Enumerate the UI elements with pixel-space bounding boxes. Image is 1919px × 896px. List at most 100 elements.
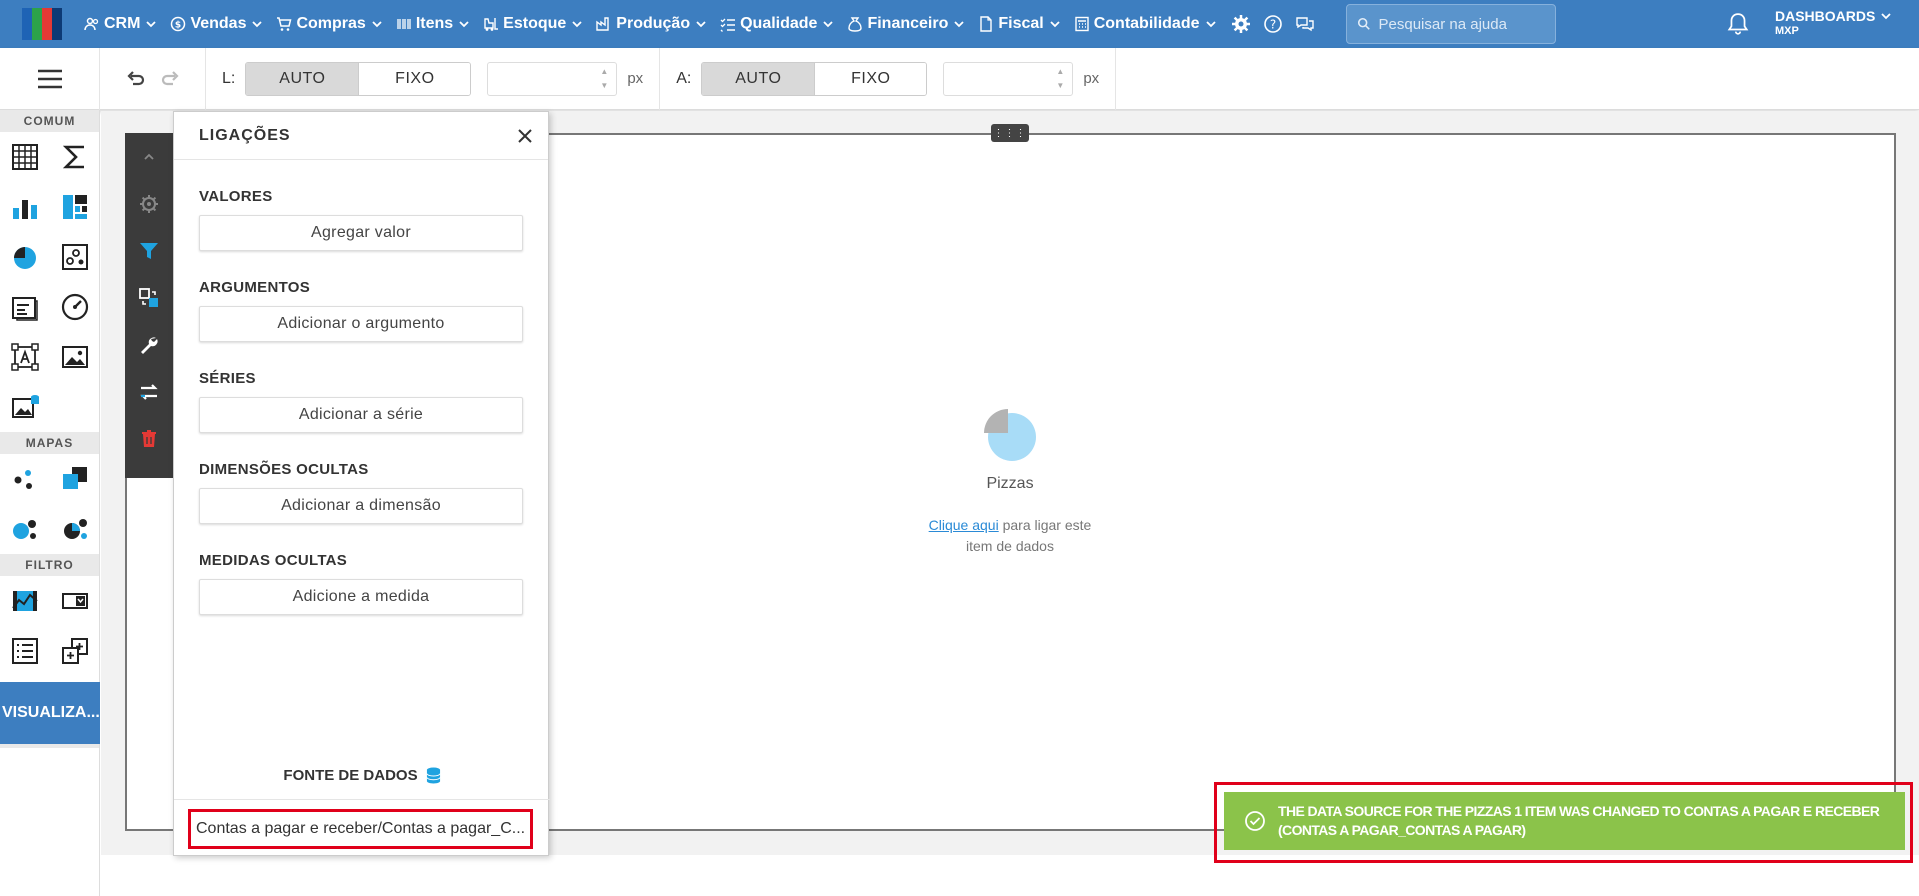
width-auto-button[interactable]: AUTO [246, 62, 359, 95]
image-item-button[interactable] [50, 332, 100, 382]
grid-item-button[interactable] [0, 132, 50, 182]
bindings-button[interactable] [125, 227, 173, 274]
delete-item-button[interactable] [125, 415, 173, 462]
tree-view-item-button[interactable] [50, 626, 100, 676]
spin-up-icon[interactable]: ▲ [1056, 67, 1064, 76]
height-fixed-button[interactable]: FIXO [814, 62, 927, 95]
add-argument-button[interactable]: Adicionar o argumento [199, 306, 523, 342]
sum-item-button[interactable] [50, 132, 100, 182]
undo-icon[interactable] [125, 69, 145, 89]
convert-item-button[interactable] [125, 274, 173, 321]
section-series: SÉRIES Adicionar a série [174, 370, 548, 433]
item-drag-handle[interactable]: ⋮⋮⋮ [991, 124, 1029, 142]
menu-itens[interactable]: Itens [396, 15, 469, 33]
menu-compras[interactable]: Compras [276, 15, 382, 33]
menu-producao[interactable]: Produção [596, 15, 706, 33]
success-toast[interactable]: THE DATA SOURCE FOR THE PIZZAS 1 ITEM WA… [1224, 792, 1905, 850]
app-root: CRM $ Vendas Compras Itens Estoque Produ… [0, 0, 1919, 896]
top-navigation-bar: CRM $ Vendas Compras Itens Estoque Produ… [0, 0, 1919, 48]
help-button[interactable]: ? [1262, 13, 1284, 35]
text-item-button[interactable] [0, 332, 50, 382]
panel-header: LIGAÇÕES [174, 112, 548, 160]
menu-label: Contabilidade [1093, 15, 1200, 32]
chart-item-button[interactable] [0, 182, 50, 232]
treemap-item-button[interactable] [50, 182, 100, 232]
bell-icon[interactable] [1727, 12, 1749, 36]
redo-icon[interactable] [161, 69, 181, 89]
collapse-tools-button[interactable] [125, 133, 173, 180]
spin-up-icon[interactable]: ▲ [600, 67, 608, 76]
height-auto-button[interactable]: AUTO [702, 62, 815, 95]
pie-map-item-button[interactable] [50, 504, 100, 554]
chevron-down-icon [252, 21, 263, 28]
interactivity-button[interactable] [125, 368, 173, 415]
database-icon [426, 767, 441, 784]
pie-chart-placeholder-icon [984, 409, 1036, 461]
bind-link[interactable]: Clique aqui [929, 517, 999, 533]
height-mode-toggle: AUTO FIXO [701, 61, 928, 96]
height-spinner[interactable]: ▲ ▼ [943, 61, 1074, 96]
datasource-header: FONTE DE DADOS [174, 767, 550, 784]
app-logo[interactable] [22, 8, 62, 40]
bound-image-icon [12, 395, 39, 418]
menu-financeiro[interactable]: Financeiro [847, 15, 964, 33]
combo-box-item-button[interactable] [50, 576, 100, 626]
spin-down-icon[interactable]: ▼ [600, 81, 608, 90]
chevron-down-icon [146, 21, 157, 28]
menu-label: Itens [415, 15, 454, 32]
bubble-map-item-button[interactable] [0, 504, 50, 554]
width-group: L: AUTO FIXO ▲ ▼ px [206, 47, 661, 110]
menu-crm[interactable]: CRM [84, 15, 157, 33]
add-dimension-button[interactable]: Adicionar a dimensão [199, 488, 523, 524]
menu-label: Produção [616, 15, 691, 32]
list-box-item-button[interactable] [0, 626, 50, 676]
scatter-chart-icon [62, 244, 88, 270]
chevron-down-icon [572, 21, 582, 28]
swap-arrows-icon [140, 383, 158, 400]
range-filter-item-button[interactable] [0, 576, 50, 626]
add-value-button[interactable]: Agregar valor [199, 215, 523, 251]
dashboards-menu[interactable]: DASHBOARDS MXP [1775, 8, 1891, 37]
add-measure-button[interactable]: Adicione a medida [199, 579, 523, 615]
bound-image-item-button[interactable] [0, 382, 50, 432]
add-series-button[interactable]: Adicionar a série [199, 397, 523, 433]
gauge-icon [61, 293, 89, 321]
svg-text:?: ? [1269, 18, 1275, 32]
menu-estoque[interactable]: Estoque [483, 15, 582, 33]
gauge-item-button[interactable] [50, 282, 100, 332]
width-spinner[interactable]: ▲ ▼ [487, 61, 618, 96]
image-icon [62, 346, 88, 368]
item-palette: COMUM MAPAS FILTRO [0, 110, 100, 896]
datasource-selector[interactable]: Contas a pagar e receber/Contas a pagar_… [188, 809, 533, 849]
chat-button[interactable] [1294, 13, 1316, 35]
geo-points-item-button[interactable] [0, 454, 50, 504]
help-circle-icon: ? [1263, 15, 1282, 33]
bar-chart-icon [13, 200, 37, 219]
pie-item-button[interactable] [0, 232, 50, 282]
help-search-box[interactable] [1345, 4, 1556, 44]
help-search-input[interactable] [1378, 15, 1539, 33]
menu-qualidade[interactable]: Qualidade [720, 15, 834, 33]
hamburger-icon [37, 69, 62, 88]
width-fixed-button[interactable]: FIXO [358, 62, 471, 95]
palette-section-comum: COMUM [0, 110, 99, 132]
menu-fiscal[interactable]: Fiscal [978, 15, 1060, 33]
format-rules-button[interactable] [125, 321, 173, 368]
palette-section-mapas: MAPAS [0, 432, 99, 454]
toast-line1: THE DATA SOURCE FOR THE PIZZAS 1 ITEM WA… [1278, 803, 1880, 819]
factory-icon [596, 17, 609, 31]
scatter-item-button[interactable] [50, 232, 100, 282]
item-options-button[interactable] [125, 180, 173, 227]
toggle-sidebar-button[interactable] [0, 47, 100, 110]
spin-down-icon[interactable]: ▼ [1056, 81, 1064, 90]
choropleth-item-button[interactable] [50, 454, 100, 504]
range-filter-icon [12, 591, 38, 611]
card-item-button[interactable] [0, 282, 50, 332]
close-icon[interactable] [516, 127, 534, 145]
dollar-circle-icon: $ [171, 16, 186, 32]
datasource-label: FONTE DE DADOS [283, 767, 418, 784]
visualize-button[interactable]: VISUALIZA... [0, 682, 100, 744]
menu-contabilidade[interactable]: Contabilidade [1074, 15, 1216, 33]
menu-vendas[interactable]: $ Vendas [170, 15, 263, 33]
settings-button[interactable] [1230, 13, 1252, 35]
